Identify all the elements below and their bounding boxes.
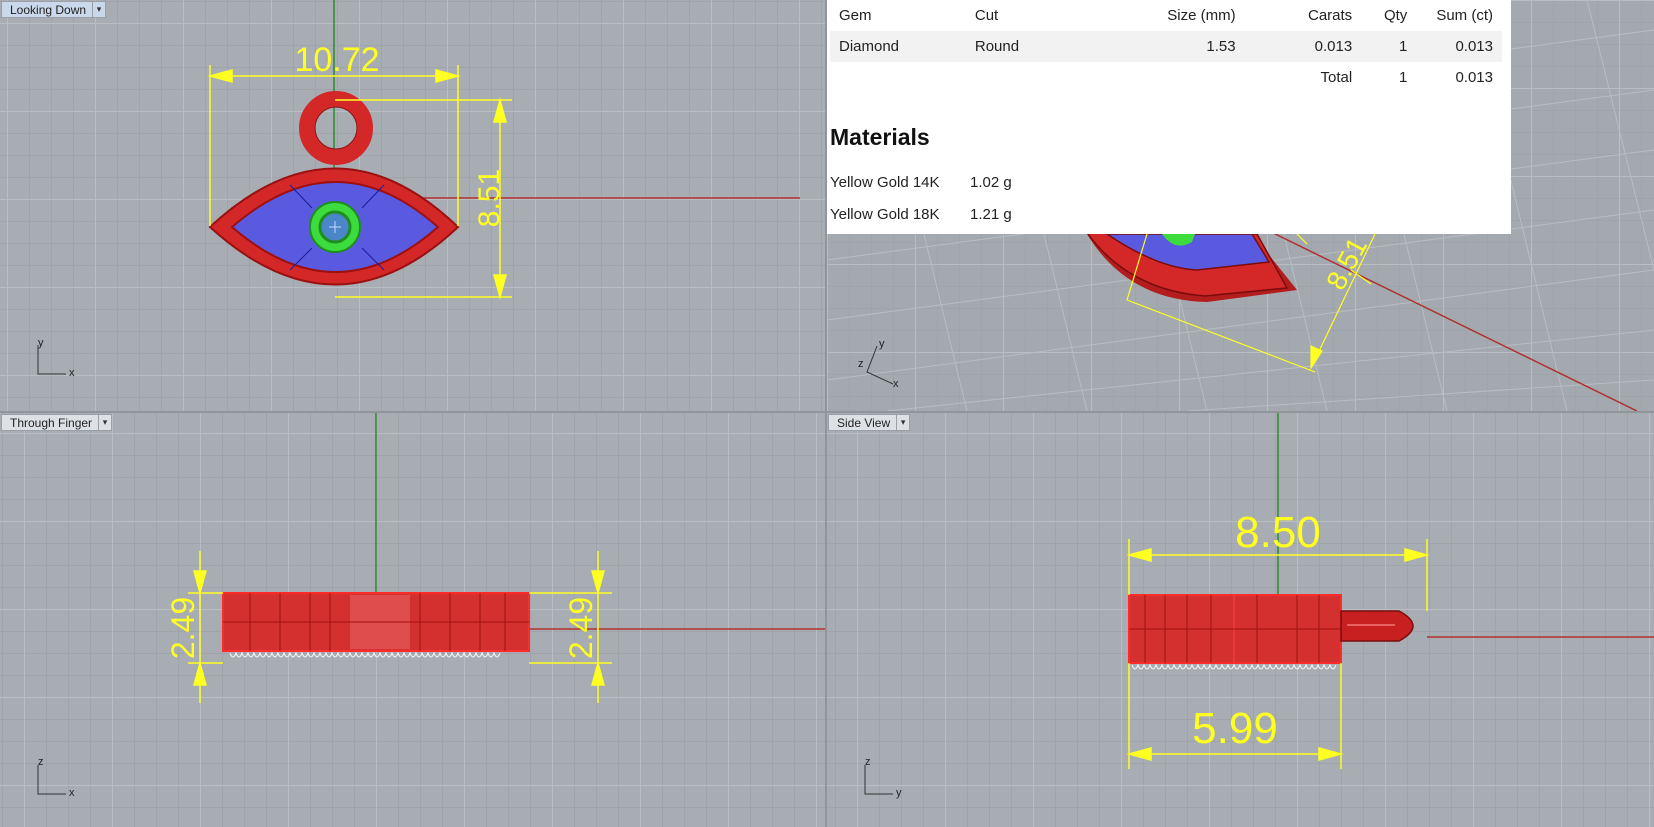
axis-label-z: z: [865, 756, 871, 768]
material-row: Yellow Gold 18K 1.21 g: [830, 206, 1012, 223]
col-header-cut: Cut: [974, 7, 999, 24]
dim-left-label: 2.49: [165, 597, 201, 659]
axis-widget: [864, 765, 893, 795]
dim-width-label: 10.72: [294, 41, 379, 79]
total-sum: 0.013: [1455, 69, 1493, 86]
viewport-title-label: Through Finger: [10, 415, 93, 430]
viewport-looking-down[interactable]: 10.72 8.51 y x Looking Down ▾: [0, 0, 825, 411]
total-qty: 1: [1398, 69, 1408, 86]
chevron-down-icon[interactable]: ▾: [98, 415, 111, 430]
viewport-title-through-finger[interactable]: Through Finger ▾: [1, 414, 113, 431]
chevron-down-icon[interactable]: ▾: [896, 415, 909, 430]
axis-label-z: z: [858, 358, 864, 370]
dim-top-label: 8.50: [1235, 508, 1321, 557]
table-row: Diamond Round 1.53 0.013 1 0.013: [830, 31, 1502, 62]
cell-carats: 0.013: [1244, 31, 1362, 62]
cell-cut: Round: [965, 31, 1099, 62]
axis-widget: [37, 765, 66, 795]
material-name: Yellow Gold 18K: [830, 206, 940, 223]
cell-sum: 0.013: [1416, 31, 1502, 62]
materials-heading: Materials: [830, 124, 930, 150]
col-header-qty: Qty: [1383, 7, 1408, 24]
material-weight: 1.02 g: [970, 174, 1012, 191]
axis-label-z: z: [38, 756, 44, 768]
viewport-side-view[interactable]: 8.50 5.99 z y Side View ▾: [827, 413, 1654, 827]
side-view-scene: 8.50 5.99: [864, 413, 1654, 795]
col-header-carats: Carats: [1307, 7, 1353, 24]
dim-bottom-label: 5.99: [1192, 704, 1278, 753]
gem-table: Gem Cut Size (mm) Carats Qty Sum (ct) Di…: [830, 0, 1502, 93]
cell-size: 1.53: [1099, 31, 1245, 62]
dim-height-label: 8.51: [1320, 232, 1373, 295]
cell-gem: Diamond: [830, 31, 966, 62]
col-header-size: Size (mm): [1167, 7, 1236, 24]
axis-label-x: x: [69, 367, 75, 379]
bail-ring: [299, 91, 373, 165]
table-total-row: Total 1 0.013: [830, 62, 1502, 93]
material-row: Yellow Gold 14K 1.02 g: [830, 174, 1012, 191]
axis-label-x: x: [69, 787, 75, 799]
cell-qty: 1: [1361, 31, 1417, 62]
material-name: Yellow Gold 14K: [830, 174, 940, 191]
axis-label-y: y: [879, 338, 885, 350]
prong-outline: [1131, 663, 1337, 670]
viewport-through-finger[interactable]: 2.49 2.49 z x Through Finger ▾: [0, 413, 825, 827]
gem-report-panel: Gem Cut Size (mm) Carats Qty Sum (ct) Di…: [827, 0, 1511, 234]
col-header-sum: Sum (ct): [1436, 7, 1493, 24]
material-weight: 1.21 g: [970, 206, 1012, 223]
through-finger-scene: 2.49 2.49: [37, 413, 825, 795]
chevron-down-icon[interactable]: ▾: [92, 2, 105, 17]
viewport-title-looking-down[interactable]: Looking Down ▾: [1, 1, 107, 18]
x-axis-line: [1266, 229, 1638, 411]
axis-label-y: y: [896, 787, 902, 799]
prong-outline: [229, 651, 501, 658]
total-label: Total: [1320, 69, 1353, 86]
viewport-title-label: Looking Down: [10, 2, 87, 17]
axis-label-x: x: [893, 378, 899, 390]
dim-right-label: 2.49: [563, 597, 599, 659]
col-header-gem: Gem: [839, 7, 872, 24]
looking-down-scene: 10.72 8.51: [37, 0, 800, 375]
viewport-title-side-view[interactable]: Side View ▾: [828, 414, 911, 431]
dim-height-label: 8.51: [473, 169, 506, 227]
viewport-title-label: Side View: [837, 415, 891, 430]
table-header-row: Gem Cut Size (mm) Carats Qty Sum (ct): [830, 0, 1502, 31]
axis-label-y: y: [38, 337, 44, 349]
axis-widget: [866, 345, 894, 385]
axis-widget: [37, 345, 66, 375]
